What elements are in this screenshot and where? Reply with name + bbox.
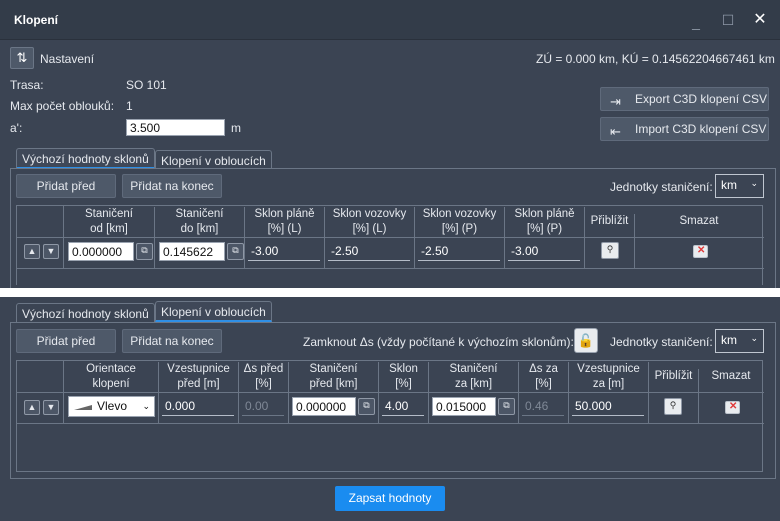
dialog-window: Klopení _ ☐ ✕ ⇅ Nastavení ZÚ = 0.000 km,… — [0, 0, 780, 288]
zoom-icon[interactable]: ⚲ — [664, 398, 682, 415]
subgrade-l-input[interactable]: -3.00 — [248, 242, 320, 261]
header-divider — [17, 392, 764, 393]
dialog-window-curve-tab: Výchozí hodnoty sklonů Klopení v obloucí… — [0, 297, 780, 521]
import-csv-button[interactable]: ⇤ Import C3D klopení CSV — [600, 117, 769, 141]
subgrade-p-input[interactable]: -3.00 — [508, 242, 580, 261]
chevron-down-icon: ⌄ — [142, 401, 150, 411]
submit-button[interactable]: Zapsat hodnoty — [335, 486, 445, 511]
col-delete: Smazat — [711, 370, 751, 382]
delta-before-input: 0.00 — [242, 397, 284, 416]
col-zoom: Přiblížit — [585, 214, 635, 268]
a-unit: m — [231, 121, 241, 135]
trasa-label: Trasa: — [10, 78, 44, 92]
station-before-input[interactable]: 0.000000 — [292, 397, 356, 416]
station-to-input[interactable]: 0.145622 — [159, 242, 225, 261]
add-before-button[interactable]: Přidat před — [16, 174, 116, 198]
units-label: Jednotky staničení: — [610, 180, 713, 194]
row-divider — [17, 268, 764, 269]
pavement-p-input[interactable]: -2.50 — [418, 242, 500, 261]
minimize-button[interactable]: _ — [686, 12, 706, 32]
col-delete: Smazat — [679, 215, 719, 227]
pick-station-icon[interactable]: ⧉ — [136, 243, 153, 260]
delete-row-icon[interactable] — [693, 245, 708, 258]
delta-after-input: 0.46 — [522, 397, 564, 416]
tab-curve-banking[interactable]: Klopení v obloucích — [155, 150, 272, 169]
orientation-select[interactable]: Vlevo ⌄ — [68, 396, 155, 417]
move-up-icon[interactable]: ▲ — [24, 400, 40, 415]
row-divider — [17, 423, 764, 424]
tab-default-slopes[interactable]: Výchozí hodnoty sklonů — [16, 303, 155, 322]
pick-station-icon[interactable]: ⧉ — [227, 243, 244, 260]
lock-delta-label: Zamknout Δs (vždy počítané k výchozím sk… — [303, 335, 574, 349]
chevron-down-icon: ⌄ — [750, 333, 758, 343]
banking-left-icon — [74, 405, 92, 410]
zoom-icon[interactable]: ⚲ — [601, 242, 619, 259]
slope-input[interactable]: 4.00 — [382, 397, 424, 416]
tab-panel: Přidat před Přidat na konec Zamknout Δs … — [10, 322, 776, 479]
units-select[interactable]: km ⌄ — [715, 329, 764, 353]
move-down-icon[interactable]: ▼ — [43, 244, 59, 259]
settings-label[interactable]: Nastavení — [40, 52, 94, 66]
trasa-value: SO 101 — [126, 78, 167, 92]
units-label: Jednotky staničení: — [610, 335, 713, 349]
station-from-input[interactable]: 0.000000 — [68, 242, 134, 261]
tab-default-slopes[interactable]: Výchozí hodnoty sklonů — [16, 148, 155, 169]
default-slopes-table: Staničení od [km] Staničení do [km] Sklon … — [16, 205, 764, 285]
station-info: ZÚ = 0.000 km, KÚ = 0.14562204667461 km — [536, 52, 775, 66]
max-arcs-value: 1 — [126, 99, 133, 113]
pick-station-icon[interactable]: ⧉ — [498, 398, 515, 415]
move-down-icon[interactable]: ▼ — [43, 400, 59, 415]
pick-station-icon[interactable]: ⧉ — [358, 398, 375, 415]
units-select[interactable]: km ⌄ — [715, 174, 764, 198]
maximize-button[interactable]: ☐ — [718, 10, 738, 30]
delete-row-icon[interactable] — [725, 401, 740, 414]
a-input[interactable]: 3.500 — [126, 119, 225, 136]
move-up-icon[interactable]: ▲ — [24, 244, 40, 259]
import-icon: ⇤ — [610, 124, 621, 139]
title-bar: Klopení _ ☐ ✕ — [0, 0, 780, 40]
close-button[interactable]: ✕ — [750, 10, 770, 30]
settings-icon[interactable]: ⇅ — [10, 47, 34, 69]
tab-panel: Přidat před Přidat na konec Jednotky sta… — [10, 168, 776, 288]
max-arcs-label: Max počet oblouků: — [10, 99, 115, 113]
a-label: a': — [10, 121, 23, 135]
units-value: km — [721, 333, 737, 347]
window-title: Klopení — [14, 13, 58, 27]
add-before-button[interactable]: Přidat před — [16, 329, 116, 353]
units-value: km — [721, 178, 737, 192]
add-end-button[interactable]: Přidat na konec — [122, 174, 222, 198]
export-csv-button[interactable]: ⇥ Export C3D klopení CSV — [600, 87, 769, 111]
station-after-input[interactable]: 0.015000 — [432, 397, 496, 416]
orientation-value: Vlevo — [97, 399, 128, 413]
add-end-button[interactable]: Přidat na konec — [122, 329, 222, 353]
ramp-after-input[interactable]: 50.000 — [572, 397, 644, 416]
lock-icon[interactable]: 🔓 — [574, 328, 598, 353]
chevron-down-icon: ⌄ — [750, 178, 758, 188]
tab-curve-banking[interactable]: Klopení v obloucích — [155, 301, 272, 322]
export-icon: ⇥ — [610, 94, 621, 109]
pavement-l-input[interactable]: -2.50 — [328, 242, 410, 261]
curve-banking-table: Orientace klopení Vzestupnice před [m] Δs … — [16, 360, 764, 472]
import-csv-label: Import C3D klopení CSV — [635, 122, 767, 136]
ramp-before-input[interactable]: 0.000 — [162, 397, 234, 416]
export-csv-label: Export C3D klopení CSV — [635, 92, 768, 106]
